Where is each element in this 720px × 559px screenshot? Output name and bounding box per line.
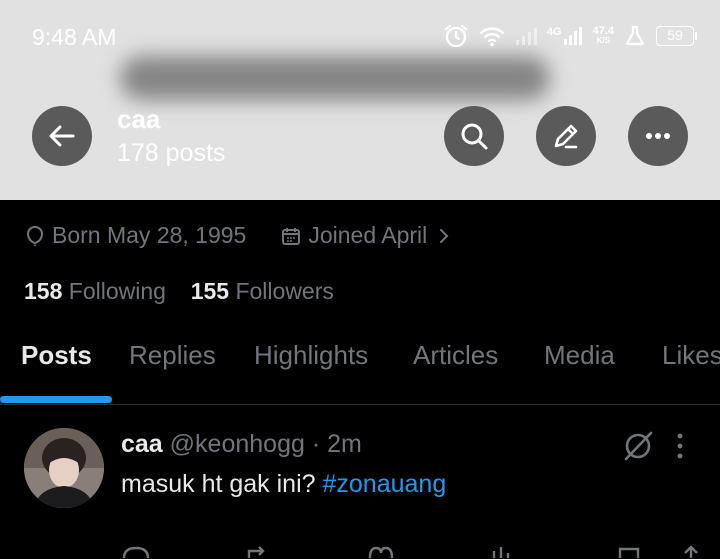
signal-strong-icon [563, 27, 582, 45]
profile-name: caa [117, 104, 161, 134]
tweet-actions [0, 545, 720, 559]
tab-media[interactable]: Media [544, 340, 615, 371]
pencil-icon [554, 124, 578, 149]
signal-weak-icon [515, 28, 537, 45]
views-icon[interactable] [488, 545, 518, 559]
followers-label: Followers [235, 278, 334, 304]
tweet-display-name[interactable]: caa [121, 430, 163, 458]
followers-count: 155 [190, 278, 230, 304]
network-speed: 47.4 K/S [593, 26, 614, 46]
post-count: 178 posts [117, 139, 226, 167]
speed-value: 47.4 [592, 25, 614, 37]
calendar-icon [282, 227, 301, 245]
birth-date: Born May 28, 1995 [52, 222, 247, 248]
tab-highlights[interactable]: Highlights [254, 340, 368, 371]
profile-meta: Born May 28, 1995 Joined April [24, 222, 459, 249]
tweet-text: masuk ht gak ini? #zonauang [121, 470, 446, 499]
tweet-separator: · [311, 430, 321, 458]
search-button[interactable] [444, 106, 504, 166]
blurred-banner-content [120, 56, 550, 100]
flask-icon [625, 25, 645, 46]
following-label: Following [68, 278, 166, 304]
chevron-right-icon[interactable] [435, 226, 453, 246]
arrow-left-icon [49, 125, 75, 147]
status-icons: 4G 47.4 K/S 59 [443, 22, 697, 50]
status-time: 9:48 AM [32, 24, 117, 50]
avatar-photo [24, 428, 104, 508]
follow-stats: 158 Following 155 Followers [24, 278, 334, 305]
bookmark-icon[interactable] [614, 545, 644, 559]
followers-link[interactable]: 155 Followers [191, 278, 334, 304]
joined-date: Joined April [308, 222, 428, 248]
reply-icon[interactable] [121, 545, 151, 559]
speed-unit: K/S [596, 36, 610, 45]
balloon-icon [26, 225, 44, 246]
tab-likes[interactable]: Likes [662, 340, 720, 371]
network-type-label: 4G [546, 26, 562, 38]
following-link[interactable]: 158 Following [24, 278, 166, 304]
tweet-more-icon[interactable] [668, 432, 692, 462]
more-options-button[interactable] [628, 106, 688, 166]
tab-articles[interactable]: Articles [413, 340, 498, 371]
alarm-icon [444, 24, 468, 48]
profile-tabs: Posts Replies Highlights Articles Media … [0, 330, 720, 405]
grok-icon[interactable] [620, 428, 656, 464]
tweet-header: caa @keonhogg · 2m [121, 430, 362, 459]
like-icon[interactable] [366, 545, 396, 559]
status-bar: 9:48 AM 4G 47.4 K/S 59 [0, 0, 720, 60]
edit-button[interactable] [536, 106, 596, 166]
tab-posts[interactable]: Posts [21, 340, 92, 371]
following-count: 158 [24, 278, 63, 304]
tweet-time[interactable]: 2m [327, 430, 362, 458]
ellipsis-icon [646, 133, 670, 139]
wifi-icon [479, 27, 505, 47]
active-tab-indicator [0, 396, 112, 403]
tweet-body: masuk ht gak ini? [121, 470, 323, 498]
repost-icon[interactable] [243, 545, 273, 559]
tab-replies[interactable]: Replies [129, 340, 216, 371]
search-icon [461, 123, 488, 150]
tweet-handle[interactable]: @keonhogg [170, 430, 305, 458]
back-button[interactable] [32, 106, 92, 166]
avatar[interactable] [24, 428, 104, 508]
share-icon[interactable] [676, 545, 706, 559]
hashtag-link[interactable]: #zonauang [323, 470, 447, 498]
battery-indicator: 59 [656, 26, 697, 46]
profile-header-banner: 9:48 AM 4G 47.4 K/S 59 caa 178 posts [0, 0, 720, 200]
